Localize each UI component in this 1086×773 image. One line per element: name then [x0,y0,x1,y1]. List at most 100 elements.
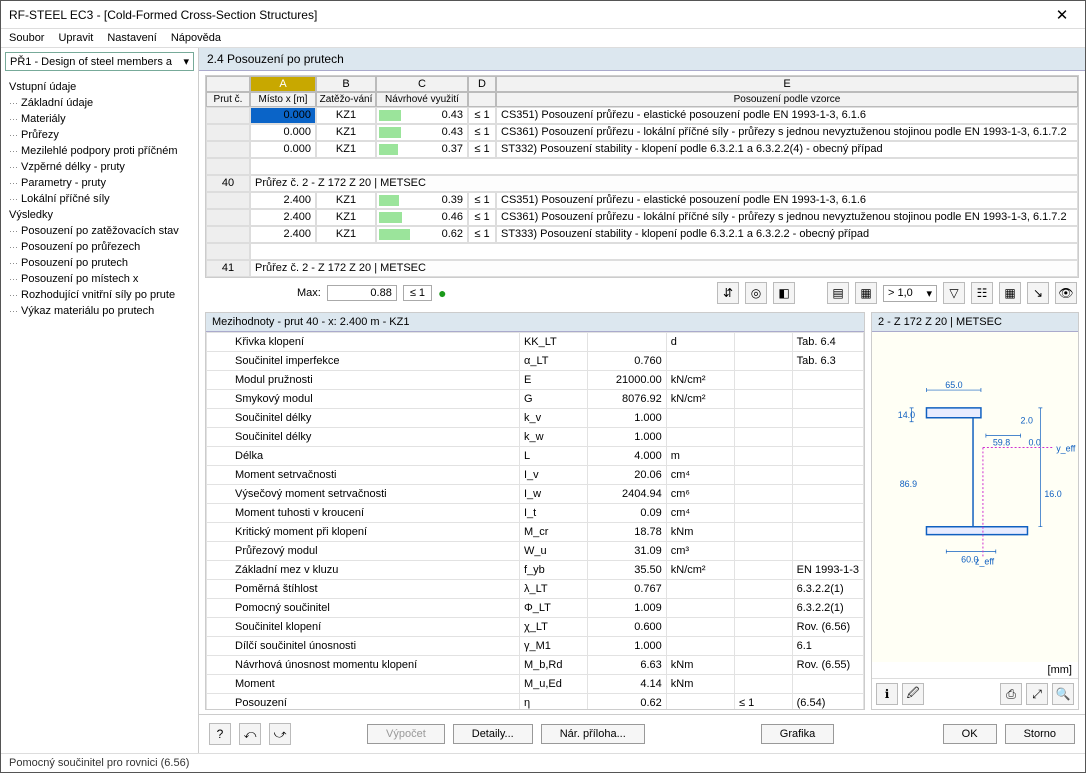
help-icon[interactable]: ? [209,723,231,745]
preview-body[interactable]: 65.0 14.0 2.0 59.8 0.0 y_eff 86.9 16.0 6… [872,332,1078,662]
tool-icon-2[interactable]: ◎ [745,282,767,304]
detail-row[interactable]: Součinitel délkyk_v1.000 [207,409,864,428]
tool-icon-3[interactable]: ◧ [773,282,795,304]
tool-icon-4[interactable]: ▤ [827,282,849,304]
detail-row[interactable]: Průřezový modulW_u31.09cm³ [207,542,864,561]
tree-group-results[interactable]: Výsledky [9,207,194,223]
row-hdr[interactable] [206,107,250,124]
cell-load[interactable]: KZ1 [316,226,376,243]
detail-row[interactable]: Moment tuhosti v krouceníI_t0.09cm⁴ [207,504,864,523]
cell-desc[interactable]: CS361) Posouzení průřezu - lokální příčn… [496,209,1078,226]
cell-x[interactable]: 0.000 [250,124,316,141]
detail-row[interactable]: Smykový modulG8076.92kN/cm² [207,390,864,409]
detail-row[interactable]: Součinitel délkyk_w1.000 [207,428,864,447]
detail-row[interactable]: Kritický moment při klopeníM_cr18.78kNm [207,523,864,542]
menu-help[interactable]: Nápověda [171,32,221,44]
max-value[interactable] [327,285,397,301]
pick-icon[interactable]: ↘ [1027,282,1049,304]
filter-icon[interactable]: ▽ [943,282,965,304]
cell-desc[interactable]: ST333) Posouzení stability - klopení pod… [496,226,1078,243]
print-icon[interactable]: ⎙ [1000,683,1022,705]
detail-row[interactable]: Dílčí součinitel únosnostiγ_M11.0006.1 [207,637,864,656]
row-hdr[interactable] [206,209,250,226]
cell-load[interactable]: KZ1 [316,192,376,209]
detail-row[interactable]: Poměrná štíhlostλ_LT0.7676.3.2.2(1) [207,580,864,599]
section-no[interactable]: 40 [206,175,250,192]
case-selector[interactable]: PŘ1 - Design of steel members a ▾ [5,52,194,71]
tree-item[interactable]: Lokální příčné síly [9,191,194,207]
col-C[interactable]: C [376,76,468,92]
tree-item[interactable]: Posouzení po průřezech [9,239,194,255]
graphics-button[interactable]: Grafika [761,724,834,744]
cancel-button[interactable]: Storno [1005,724,1075,744]
tree-item[interactable]: Rozhodující vnitřní síly po prute [9,287,194,303]
tree-item[interactable]: Výkaz materiálu po prutech [9,303,194,319]
detail-row[interactable]: Moment setrvačnostiI_v20.06cm⁴ [207,466,864,485]
cell-x[interactable]: 2.400 [250,209,316,226]
tree-item[interactable]: Posouzení po místech x [9,271,194,287]
calc-button[interactable]: Výpočet [367,724,445,744]
info-icon[interactable]: ℹ [876,683,898,705]
cell-util[interactable]: 0.43 [376,107,468,124]
axes-icon[interactable]: ⤢ [1026,683,1048,705]
tree-item[interactable]: Průřezy [9,127,194,143]
tree-item[interactable]: Posouzení po prutech [9,255,194,271]
tree-group-input[interactable]: Vstupní údaje [9,79,194,95]
cell-load[interactable]: KZ1 [316,209,376,226]
details-button[interactable]: Detaily... [453,724,533,744]
detail-row[interactable]: Výsečový moment setrvačnostiI_w2404.94cm… [207,485,864,504]
cell-util[interactable]: 0.43 [376,124,468,141]
national-annex-button[interactable]: Nár. příloha... [541,724,645,744]
tree-item[interactable]: Materiály [9,111,194,127]
tool-icon-1[interactable]: ⇵ [717,282,739,304]
ratio-filter[interactable]: > 1,0▾ [883,285,937,302]
cell-x[interactable]: 2.400 [250,192,316,209]
col-D[interactable]: D [468,76,496,92]
detail-row[interactable]: Součinitel imperfekceα_LT0.760Tab. 6.3 [207,352,864,371]
detail-row[interactable]: Křivka klopeníKK_LTdTab. 6.4 [207,333,864,352]
cell-desc[interactable]: CS361) Posouzení průřezu - lokální příčn… [496,124,1078,141]
cell-util[interactable]: 0.39 [376,192,468,209]
tree-item[interactable]: Vzpěrné délky - pruty [9,159,194,175]
cell-util[interactable]: 0.37 [376,141,468,158]
cell-load[interactable]: KZ1 [316,124,376,141]
row-hdr[interactable] [206,124,250,141]
tool-icon-6[interactable]: ☷ [971,282,993,304]
detail-row[interactable]: MomentM_u,Ed4.14kNm [207,675,864,694]
menu-file[interactable]: Soubor [9,32,44,44]
row-hdr[interactable] [206,226,250,243]
row-hdr[interactable] [206,192,250,209]
cell-x[interactable]: 2.400 [250,226,316,243]
cell-load[interactable]: KZ1 [316,107,376,124]
excel-icon[interactable]: ▦ [999,282,1021,304]
menu-settings[interactable]: Nastavení [107,32,157,44]
eye-icon[interactable]: 👁 [1055,282,1077,304]
detail-row[interactable]: Posouzeníη0.62≤ 1(6.54) [207,694,864,710]
tree-item[interactable]: Mezilehlé podpory proti příčném [9,143,194,159]
next-icon[interactable]: ⤻ [269,723,291,745]
query-icon[interactable]: 🔍 [1052,683,1074,705]
col-E[interactable]: E [496,76,1078,92]
cell-desc[interactable]: CS351) Posouzení průřezu - elastické pos… [496,192,1078,209]
row-hdr[interactable] [206,141,250,158]
cell-util[interactable]: 0.46 [376,209,468,226]
cell-desc[interactable]: CS351) Posouzení průřezu - elastické pos… [496,107,1078,124]
close-icon[interactable]: ✕ [1047,6,1077,24]
col-B[interactable]: B [316,76,376,92]
section-no[interactable]: 41 [206,260,250,277]
detail-row[interactable]: Součinitel klopeníχ_LT0.600Rov. (6.56) [207,618,864,637]
prev-icon[interactable]: ⤺ [239,723,261,745]
detail-row[interactable]: Návrhová únosnost momentu klopeníM_b,Rd6… [207,656,864,675]
detail-row[interactable]: DélkaL4.000m [207,447,864,466]
menu-edit[interactable]: Upravit [58,32,93,44]
cell-util[interactable]: 0.62 [376,226,468,243]
tree-item[interactable]: Parametry - pruty [9,175,194,191]
cell-load[interactable]: KZ1 [316,141,376,158]
detail-row[interactable]: Modul pružnostiE21000.00kN/cm² [207,371,864,390]
col-A[interactable]: A [250,76,316,92]
tree-item[interactable]: Posouzení po zatěžovacích stav [9,223,194,239]
cell-x[interactable]: 0.000 [250,141,316,158]
detail-row[interactable]: Pomocný součinitelΦ_LT1.0096.3.2.2(1) [207,599,864,618]
ok-button[interactable]: OK [943,724,997,744]
cell-desc[interactable]: ST332) Posouzení stability - klopení pod… [496,141,1078,158]
